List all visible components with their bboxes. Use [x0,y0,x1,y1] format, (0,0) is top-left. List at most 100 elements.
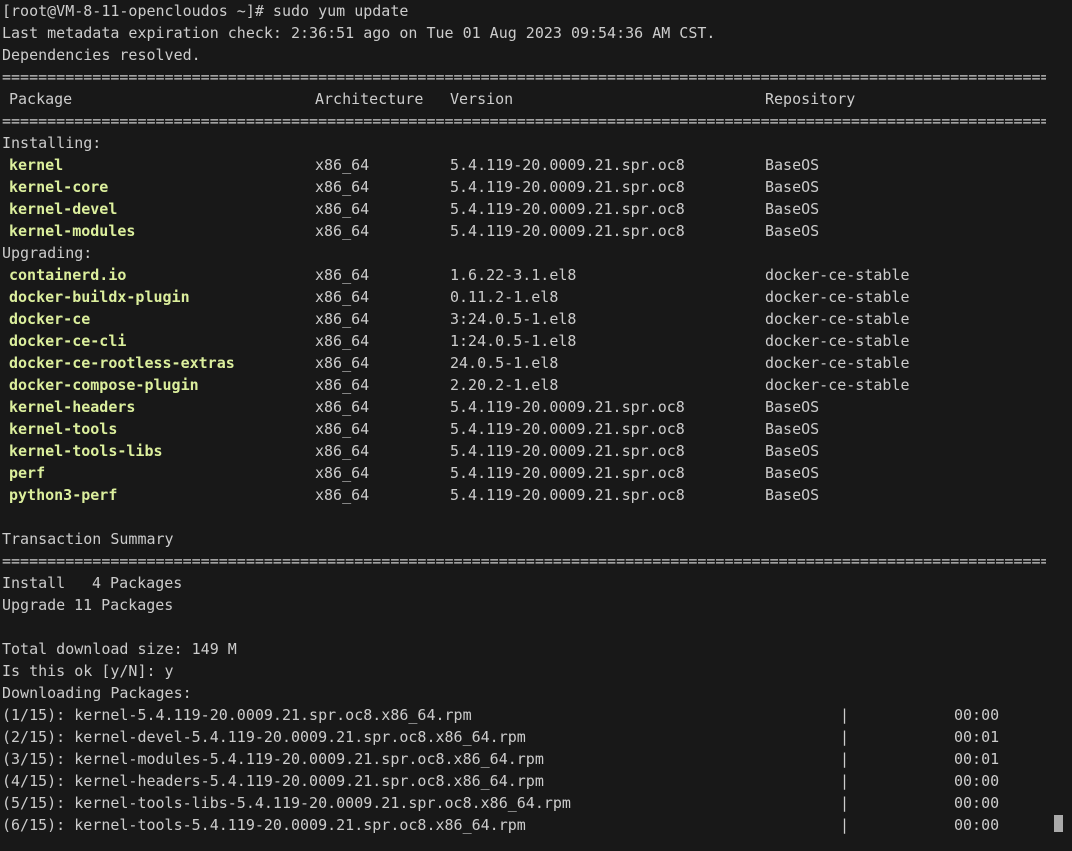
package-name: docker-ce-rootless-extras [9,354,235,372]
package-repo: BaseOS [765,156,820,174]
package-arch: x86_64 [315,332,370,350]
package-repo: BaseOS [765,442,820,460]
download-divider: | [840,772,850,790]
package-repo: docker-ce-stable [765,354,910,372]
install-count: 4 Packages [92,574,183,592]
download-divider: | [840,728,850,746]
package-version: 5.4.119-20.0009.21.spr.oc8 [450,200,685,218]
column-version: Version [450,90,514,108]
package-repo: BaseOS [765,486,820,504]
column-architecture: Architecture [315,90,424,108]
package-arch: x86_64 [315,442,370,460]
download-divider: | [840,794,850,812]
package-name: docker-buildx-plugin [9,288,190,306]
package-repo: BaseOS [765,420,820,438]
package-name: containerd.io [9,266,127,284]
download-file: (2/15): kernel-devel-5.4.119-20.0009.21.… [2,728,526,746]
package-repo: docker-ce-stable [765,310,910,328]
package-name: kernel-modules [9,222,136,240]
text-cursor [1054,815,1063,832]
download-time: 00:00 [954,794,1000,812]
separator-line: ========================================… [2,68,1046,86]
upgrading-heading: Upgrading: [2,244,93,262]
download-divider: | [840,750,850,768]
upgrade-label: Upgrade [2,596,66,614]
transaction-summary-title: Transaction Summary [2,530,174,548]
package-version: 5.4.119-20.0009.21.spr.oc8 [450,486,685,504]
package-name: kernel-core [9,178,109,196]
package-version: 1:24.0.5-1.el8 [450,332,577,350]
column-package: Package [9,90,73,108]
package-repo: BaseOS [765,200,820,218]
package-version: 3:24.0.5-1.el8 [450,310,577,328]
download-file: (3/15): kernel-modules-5.4.119-20.0009.2… [2,750,544,768]
download-divider: | [840,816,850,834]
download-time: 00:00 [954,706,1000,724]
package-repo: docker-ce-stable [765,332,910,350]
confirm-prompt: Is this ok [y/N]: y [2,662,174,680]
package-repo: docker-ce-stable [765,288,910,306]
package-name: python3-perf [9,486,118,504]
install-label: Install [2,574,66,592]
package-repo: BaseOS [765,178,820,196]
package-version: 24.0.5-1.el8 [450,354,559,372]
download-file: (4/15): kernel-headers-5.4.119-20.0009.2… [2,772,544,790]
download-time: 00:01 [954,728,1000,746]
separator-line: ========================================… [2,112,1046,130]
package-arch: x86_64 [315,376,370,394]
package-arch: x86_64 [315,288,370,306]
download-divider: | [840,706,850,724]
package-version: 0.11.2-1.el8 [450,288,559,306]
package-version: 1.6.22-3.1.el8 [450,266,577,284]
upgrade-count: 11 Packages [74,596,174,614]
package-arch: x86_64 [315,310,370,328]
shell-prompt: [root@VM-8-11-opencloudos ~]# sudo yum u… [2,2,409,20]
download-time: 00:00 [954,772,1000,790]
download-file: (6/15): kernel-tools-5.4.119-20.0009.21.… [2,816,526,834]
installing-heading: Installing: [2,134,102,152]
package-arch: x86_64 [315,222,370,240]
metadata-status: Last metadata expiration check: 2:36:51 … [2,24,716,42]
package-name: kernel-tools-libs [9,442,163,460]
package-name: kernel-tools [9,420,118,438]
package-repo: BaseOS [765,398,820,416]
terminal-window[interactable]: [root@VM-8-11-opencloudos ~]# sudo yum u… [0,0,1072,851]
downloading-heading: Downloading Packages: [2,684,192,702]
package-name: docker-ce [9,310,91,328]
dependencies-status: Dependencies resolved. [2,46,201,64]
package-name: docker-compose-plugin [9,376,199,394]
package-repo: docker-ce-stable [765,266,910,284]
package-version: 5.4.119-20.0009.21.spr.oc8 [450,398,685,416]
column-repository: Repository [765,90,856,108]
download-time: 00:01 [954,750,1000,768]
package-repo: docker-ce-stable [765,376,910,394]
package-arch: x86_64 [315,266,370,284]
package-version: 5.4.119-20.0009.21.spr.oc8 [450,156,685,174]
package-name: kernel-headers [9,398,136,416]
download-file: (5/15): kernel-tools-libs-5.4.119-20.000… [2,794,571,812]
package-name: perf [9,464,46,482]
package-version: 5.4.119-20.0009.21.spr.oc8 [450,222,685,240]
package-name: kernel [9,156,64,174]
package-arch: x86_64 [315,398,370,416]
package-repo: BaseOS [765,464,820,482]
package-arch: x86_64 [315,200,370,218]
package-version: 2.20.2-1.el8 [450,376,559,394]
separator-line: ========================================… [2,552,1046,570]
package-arch: x86_64 [315,354,370,372]
package-version: 5.4.119-20.0009.21.spr.oc8 [450,178,685,196]
package-repo: BaseOS [765,222,820,240]
package-arch: x86_64 [315,156,370,174]
package-arch: x86_64 [315,486,370,504]
total-download-size: Total download size: 149 M [2,640,237,658]
download-time: 00:00 [954,816,1000,834]
package-version: 5.4.119-20.0009.21.spr.oc8 [450,464,685,482]
package-version: 5.4.119-20.0009.21.spr.oc8 [450,442,685,460]
package-arch: x86_64 [315,420,370,438]
package-version: 5.4.119-20.0009.21.spr.oc8 [450,420,685,438]
download-file: (1/15): kernel-5.4.119-20.0009.21.spr.oc… [2,706,472,724]
package-name: kernel-devel [9,200,118,218]
package-arch: x86_64 [315,178,370,196]
package-name: docker-ce-cli [9,332,127,350]
package-arch: x86_64 [315,464,370,482]
